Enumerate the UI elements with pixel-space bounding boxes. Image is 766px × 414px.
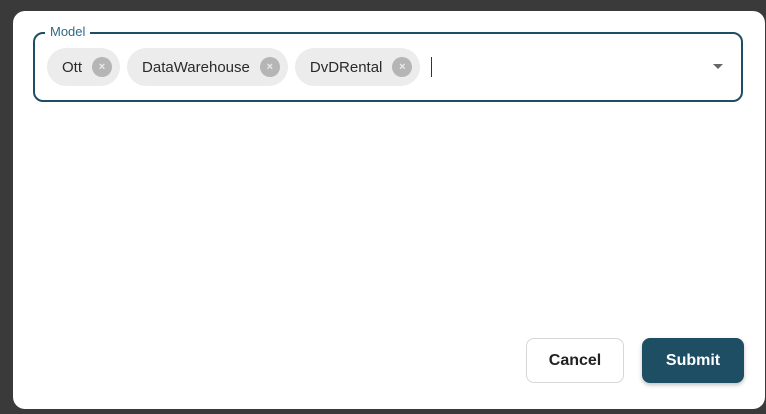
chevron-down-icon[interactable]: [713, 64, 723, 69]
chip-datawarehouse: DataWarehouse ×: [127, 48, 288, 86]
remove-chip-icon[interactable]: ×: [392, 57, 413, 77]
chip-dvdrental: DvDRental ×: [294, 48, 421, 86]
chip-label: DataWarehouse: [142, 58, 250, 76]
dialog: Model Ott × DataWarehouse × DvDRental × …: [13, 11, 765, 409]
model-multiselect[interactable]: Model Ott × DataWarehouse × DvDRental ×: [33, 24, 743, 102]
chip-list: Ott × DataWarehouse × DvDRental ×: [47, 48, 433, 86]
submit-button[interactable]: Submit: [642, 338, 744, 383]
cancel-button[interactable]: Cancel: [526, 338, 624, 383]
text-cursor[interactable]: [431, 57, 433, 77]
chip-ott: Ott ×: [47, 48, 121, 86]
remove-chip-icon[interactable]: ×: [92, 57, 113, 77]
model-label: Model: [45, 24, 91, 40]
chip-label: Ott: [62, 58, 83, 76]
remove-chip-icon[interactable]: ×: [259, 57, 280, 77]
chip-label: DvDRental: [309, 58, 383, 76]
